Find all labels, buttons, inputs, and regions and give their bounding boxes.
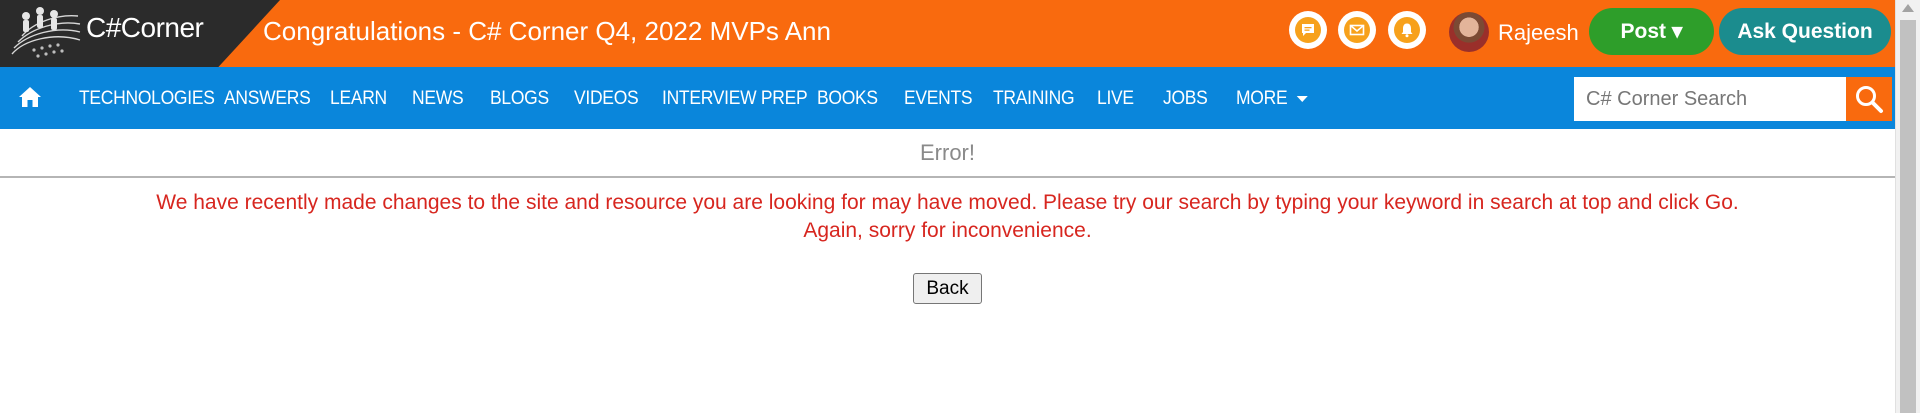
messages-button[interactable]	[1289, 11, 1327, 49]
scroll-up-arrow-icon[interactable]	[1902, 4, 1914, 12]
divider	[0, 176, 1895, 178]
home-icon[interactable]	[17, 84, 43, 110]
avatar[interactable]	[1449, 12, 1489, 52]
bell-icon	[1401, 23, 1413, 38]
nav-videos[interactable]: VIDEOS	[574, 88, 639, 110]
notifications-button[interactable]	[1388, 11, 1426, 49]
back-button[interactable]: Back	[913, 273, 982, 304]
nav-more[interactable]: MORE	[1236, 88, 1308, 110]
mail-button[interactable]	[1338, 11, 1376, 49]
nav-news[interactable]: NEWS	[412, 88, 464, 110]
vertical-scrollbar[interactable]	[1895, 0, 1920, 413]
nav-training[interactable]: TRAINING	[993, 88, 1075, 110]
announcement-link[interactable]: Congratulations - C# Corner Q4, 2022 MVP…	[263, 16, 831, 47]
nav-more-label: MORE	[1236, 88, 1288, 109]
top-header: C#Corner Congratulations - C# Corner Q4,…	[0, 0, 1895, 67]
post-button-label: Post ▾	[1620, 20, 1683, 43]
logo-icon	[11, 7, 81, 58]
nav-learn[interactable]: LEARN	[330, 88, 387, 110]
nav-books[interactable]: BOOKS	[817, 88, 878, 110]
main-nav: TECHNOLOGIES ANSWERS LEARN NEWS BLOGS VI…	[0, 67, 1895, 129]
error-message: We have recently made changes to the sit…	[0, 189, 1895, 245]
scrollbar-thumb[interactable]	[1900, 20, 1916, 413]
chat-icon	[1302, 24, 1314, 36]
logo[interactable]: C#Corner	[0, 0, 280, 67]
error-title: Error!	[920, 140, 975, 165]
error-message-line-1: We have recently made changes to the sit…	[156, 191, 1739, 214]
nav-interview-prep[interactable]: INTERVIEW PREP	[662, 88, 808, 110]
logo-text: C#Corner	[86, 12, 204, 43]
nav-answers[interactable]: ANSWERS	[224, 88, 311, 110]
search-input[interactable]	[1574, 77, 1847, 121]
username[interactable]: Rajeesh	[1498, 20, 1579, 46]
search-button[interactable]	[1846, 77, 1892, 121]
nav-jobs[interactable]: JOBS	[1163, 88, 1208, 110]
post-button[interactable]: Post ▾	[1589, 8, 1714, 55]
error-message-line-2: Again, sorry for inconvenience.	[803, 219, 1092, 242]
caret-down-icon	[1296, 95, 1308, 102]
nav-events[interactable]: EVENTS	[904, 88, 973, 110]
ask-question-button[interactable]: Ask Question	[1719, 8, 1891, 55]
nav-blogs[interactable]: BLOGS	[490, 88, 549, 110]
search-icon	[1856, 86, 1883, 113]
nav-live[interactable]: LIVE	[1097, 88, 1134, 110]
mail-icon	[1349, 24, 1365, 36]
search-box	[1574, 77, 1892, 121]
nav-technologies[interactable]: TECHNOLOGIES	[79, 88, 215, 110]
ask-question-label: Ask Question	[1737, 19, 1873, 43]
